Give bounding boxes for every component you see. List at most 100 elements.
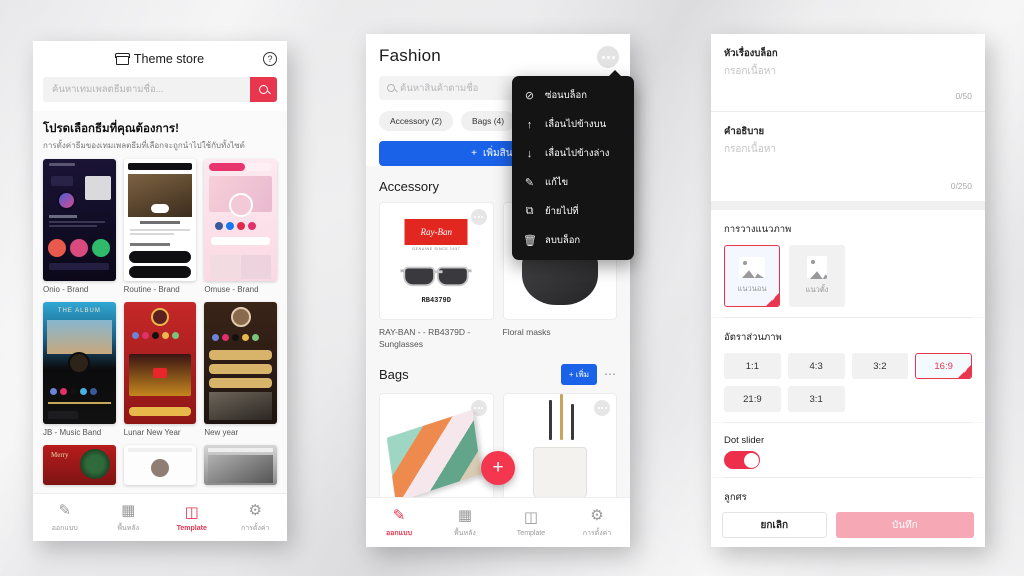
context-menu-label: ซ่อนบล็อก — [545, 90, 587, 101]
block-context-menu: ⊘ ซ่อนบล็อก ↑ เลื่อนไปข้างบน ↓ เลื่อนไปข… — [512, 70, 634, 260]
context-menu-label: ย้ายไปที่ — [545, 206, 579, 217]
block-title-field-group: หัวเรื่องบล็อก กรอกเนื้อหา 0/50 — [711, 34, 985, 111]
bags-section: Bags + เพิ่ม ⋯ — [366, 351, 630, 511]
fashion-title: Fashion — [379, 46, 441, 65]
nav-label: ออกแบบ — [385, 530, 413, 537]
description-field-group: คำอธิบาย กรอกเนื้อหา 0/250 — [711, 112, 985, 201]
help-icon[interactable]: ? — [263, 52, 277, 66]
nav-item-settings[interactable]: ⚙ การตั้งค่า — [224, 501, 288, 534]
aspect-ratio-group: อัตราส่วนภาพ 1:1 4:3 3:2 16:9 ✓ 21:9 3:1 — [711, 318, 985, 422]
ratio-option-16-9[interactable]: 16:9 ✓ — [915, 353, 972, 379]
theme-thumbnail — [204, 445, 277, 486]
nav-label: พื้นหลัง — [454, 530, 476, 537]
theme-card[interactable]: Routine - Brand — [123, 159, 197, 295]
context-menu-item-move-to[interactable]: ⧉ ย้ายไปที่ — [512, 197, 634, 226]
more-options-icon[interactable] — [594, 399, 610, 416]
product-item[interactable]: Ray-Ban GENUINE SINCE 1937 RB4379D RAY-B… — [379, 202, 494, 351]
nav-item-design[interactable]: ✎ ออกแบบ — [366, 506, 432, 539]
arrow-up-icon: ↑ — [526, 118, 533, 131]
ratio-option-1-1[interactable]: 1:1 — [724, 353, 781, 379]
chip-bags[interactable]: Bags (4) — [460, 111, 516, 131]
selected-check-icon: ✓ — [958, 365, 971, 378]
block-title-input[interactable]: กรอกเนื้อหา — [724, 64, 972, 79]
ratio-option-21-9[interactable]: 21:9 — [724, 386, 781, 412]
brand-sub: GENUINE SINCE 1937 — [412, 247, 461, 251]
nav-label: ออกแบบ — [51, 525, 78, 532]
chip-accessory[interactable]: Accessory (2) — [379, 111, 453, 131]
orientation-option-portrait[interactable]: แนวตั้ง — [789, 245, 845, 307]
add-floating-action-button[interactable]: + — [481, 451, 515, 485]
brush-icon: ✎ — [392, 507, 406, 524]
plus-icon: + — [471, 148, 477, 159]
nav-label: Template — [516, 530, 546, 537]
nav-item-design[interactable]: ✎ ออกแบบ — [33, 501, 97, 534]
theme-card[interactable]: New year — [204, 302, 277, 437]
pencil-cup-image — [532, 447, 587, 501]
more-options-icon[interactable] — [470, 209, 487, 225]
ratio-option-4-3[interactable]: 4:3 — [787, 353, 845, 379]
nav-item-template[interactable]: ◫ Template — [498, 508, 564, 537]
theme-card-name: Routine - Brand — [123, 285, 180, 295]
template-icon: ◫ — [184, 504, 199, 521]
context-menu-item-hide-block[interactable]: ⊘ ซ่อนบล็อก — [512, 81, 634, 110]
product-search-placeholder: ค้นหาสินค้าตามชื่อ — [400, 82, 479, 94]
image-icon: ▦ — [121, 502, 136, 519]
description-input[interactable]: กรอกเนื้อหา — [724, 142, 972, 157]
nav-item-background[interactable]: ▦ พื้นหลัง — [97, 501, 161, 534]
trash-icon: 🗑 — [523, 235, 537, 247]
product-thumbnail — [502, 392, 617, 511]
product-name: Floral masks — [502, 327, 551, 337]
theme-store-heading: โปรดเลือกธีมที่คุณต้องการ! — [43, 123, 179, 135]
orientation-option-landscape[interactable]: แนวนอน ✓ — [724, 245, 780, 307]
product-item[interactable] — [379, 392, 494, 511]
theme-card[interactable]: Onio - Brand — [43, 159, 116, 294]
aspect-ratio-options: 1:1 4:3 3:2 16:9 ✓ 21:9 3:1 — [724, 353, 972, 412]
theme-store-title-text: Theme store — [133, 52, 205, 66]
dot-slider-toggle[interactable] — [724, 451, 760, 469]
more-options-icon[interactable]: ⋯ — [604, 368, 617, 380]
context-menu-label: เลื่อนไปข้างบน — [545, 119, 607, 130]
section-gap — [711, 201, 985, 210]
product-item[interactable] — [502, 392, 617, 511]
ratio-option-3-2[interactable]: 3:2 — [851, 353, 909, 379]
description-counter: 0/250 — [950, 181, 972, 191]
save-button[interactable]: บันทึก — [835, 512, 974, 538]
theme-search-input[interactable]: ค้นหาเทมเพลตธีมตามชื่อ... — [43, 77, 250, 102]
image-portrait-icon — [807, 256, 827, 279]
pencil-image — [548, 400, 552, 441]
pencil-image — [559, 394, 563, 441]
gear-icon: ⚙ — [248, 502, 262, 519]
theme-card[interactable]: Lunar New Year — [123, 302, 197, 437]
dot-slider-label: Dot slider — [724, 435, 765, 446]
store-icon — [114, 53, 130, 65]
theme-card[interactable]: THE ALBUM JB - Music Band — [43, 302, 116, 437]
theme-card[interactable] — [123, 445, 197, 486]
theme-card[interactable] — [204, 445, 277, 486]
brush-icon: ✎ — [58, 502, 72, 519]
context-menu-item-move-down[interactable]: ↓ เลื่อนไปข้างล่าง — [512, 139, 634, 168]
sunglasses-image — [400, 266, 472, 287]
block-title-counter: 0/50 — [955, 91, 972, 101]
orientation-option-label: แนวตั้ง — [805, 285, 829, 294]
more-options-icon[interactable] — [597, 46, 619, 68]
bags-section-actions: + เพิ่ม ⋯ — [560, 363, 617, 385]
nav-item-background[interactable]: ▦ พื้นหลัง — [432, 506, 498, 539]
add-bag-button[interactable]: + เพิ่ม — [560, 363, 597, 385]
theme-card[interactable]: Merry — [43, 445, 116, 486]
pencil-icon: ✎ — [524, 177, 535, 189]
ratio-option-3-1[interactable]: 3:1 — [787, 386, 845, 412]
theme-card[interactable]: Omuse - Brand — [204, 159, 277, 294]
context-menu-item-edit[interactable]: ✎ แก้ไข — [512, 168, 634, 197]
context-menu-item-delete-block[interactable]: 🗑 ลบบล็อก — [512, 226, 634, 255]
brand-logo: Ray-Ban — [404, 219, 468, 245]
theme-search-button[interactable] — [250, 77, 277, 102]
nav-item-template[interactable]: ◫ Template — [160, 503, 224, 532]
cancel-button[interactable]: ยกเลิก — [722, 512, 827, 538]
nav-label: พื้นหลัง — [117, 525, 140, 532]
theme-store-body: โปรดเลือกธีมที่คุณต้องการ! การตั้งค่าธีม… — [33, 111, 287, 541]
nav-item-settings[interactable]: ⚙ การตั้งค่า — [564, 506, 630, 539]
context-menu-item-move-up[interactable]: ↑ เลื่อนไปข้างบน — [512, 110, 634, 139]
orientation-group: การวางแนวภาพ แนวนอน ✓ แนวตั้ง — [711, 210, 985, 317]
product-thumbnail — [379, 392, 494, 511]
theme-thumbnail: THE ALBUM — [43, 302, 116, 425]
